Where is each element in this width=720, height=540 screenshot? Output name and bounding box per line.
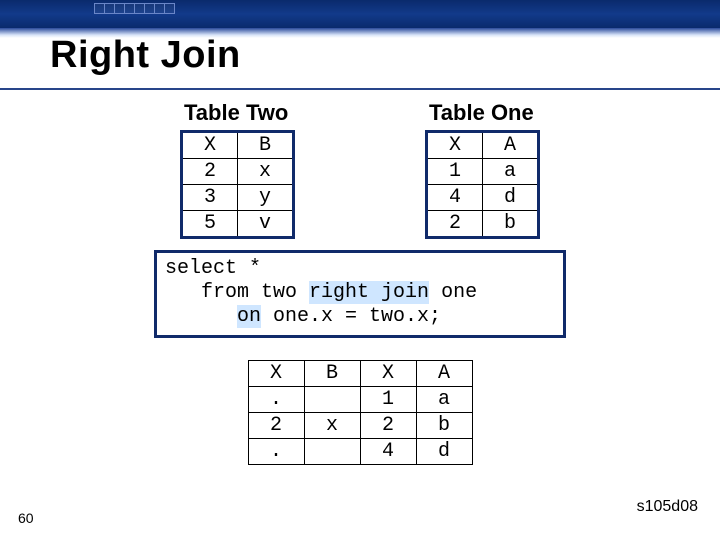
table-two: X B 2 x 3 y 5 v — [180, 130, 295, 239]
cell: v — [238, 211, 294, 238]
cell: 2 — [427, 211, 483, 238]
col-header: B — [304, 361, 360, 387]
page-number: 60 — [18, 510, 34, 526]
table-one-caption: Table One — [425, 100, 534, 126]
cell: 3 — [182, 185, 238, 211]
cell: 1 — [427, 159, 483, 185]
sql-code-box: select * from two right join one on one.… — [154, 250, 566, 338]
table-row: 1 a — [427, 159, 539, 185]
table-one: X A 1 a 4 d 2 b — [425, 130, 540, 239]
table-row: 5 v — [182, 211, 294, 238]
source-tables-row: Table Two X B 2 x 3 y 5 v Table One X — [0, 100, 720, 239]
table-two-block: Table Two X B 2 x 3 y 5 v — [180, 100, 295, 239]
table-two-caption: Table Two — [180, 100, 288, 126]
code-line: from two right join one — [165, 281, 477, 304]
table-one-block: Table One X A 1 a 4 d 2 b — [425, 100, 540, 239]
table-row: 4 d — [427, 185, 539, 211]
cell: x — [304, 413, 360, 439]
cell: 2 — [360, 413, 416, 439]
table-row: X A — [427, 132, 539, 159]
cell: b — [416, 413, 472, 439]
highlight: on — [237, 305, 261, 328]
cell: x — [238, 159, 294, 185]
cell: . — [248, 439, 304, 465]
table-row: . 4 d — [248, 439, 472, 465]
cell: y — [238, 185, 294, 211]
cell — [304, 387, 360, 413]
col-header: X — [360, 361, 416, 387]
table-row: X B — [182, 132, 294, 159]
cell: 4 — [360, 439, 416, 465]
col-header: A — [416, 361, 472, 387]
sql-code: select * from two right join one on one.… — [165, 257, 555, 329]
cell: 2 — [248, 413, 304, 439]
highlight: right join — [309, 281, 429, 304]
col-header: X — [182, 132, 238, 159]
page-title: Right Join — [50, 34, 241, 77]
cell: 2 — [182, 159, 238, 185]
cell: 1 — [360, 387, 416, 413]
title-underline — [0, 88, 720, 90]
cell: a — [483, 159, 539, 185]
col-header: A — [483, 132, 539, 159]
cell: b — [483, 211, 539, 238]
cell: d — [483, 185, 539, 211]
table-row: 2 x 2 b — [248, 413, 472, 439]
cell: 5 — [182, 211, 238, 238]
col-header: X — [248, 361, 304, 387]
cell — [304, 439, 360, 465]
cell: d — [416, 439, 472, 465]
col-header: B — [238, 132, 294, 159]
cell: . — [248, 387, 304, 413]
table-row: 2 x — [182, 159, 294, 185]
result-table: X B X A . 1 a 2 x 2 b . 4 d — [248, 360, 473, 465]
code-line: on one.x = two.x; — [165, 305, 441, 328]
header-band — [0, 0, 720, 28]
code-line: select * — [165, 257, 261, 280]
cell: a — [416, 387, 472, 413]
table-row: 3 y — [182, 185, 294, 211]
table-row: 2 b — [427, 211, 539, 238]
result-table-wrap: X B X A . 1 a 2 x 2 b . 4 d — [0, 360, 720, 465]
cell: 4 — [427, 185, 483, 211]
table-row: . 1 a — [248, 387, 472, 413]
table-row: X B X A — [248, 361, 472, 387]
col-header: X — [427, 132, 483, 159]
header-ornament — [94, 3, 174, 14]
slide-code: s105d08 — [637, 498, 698, 516]
